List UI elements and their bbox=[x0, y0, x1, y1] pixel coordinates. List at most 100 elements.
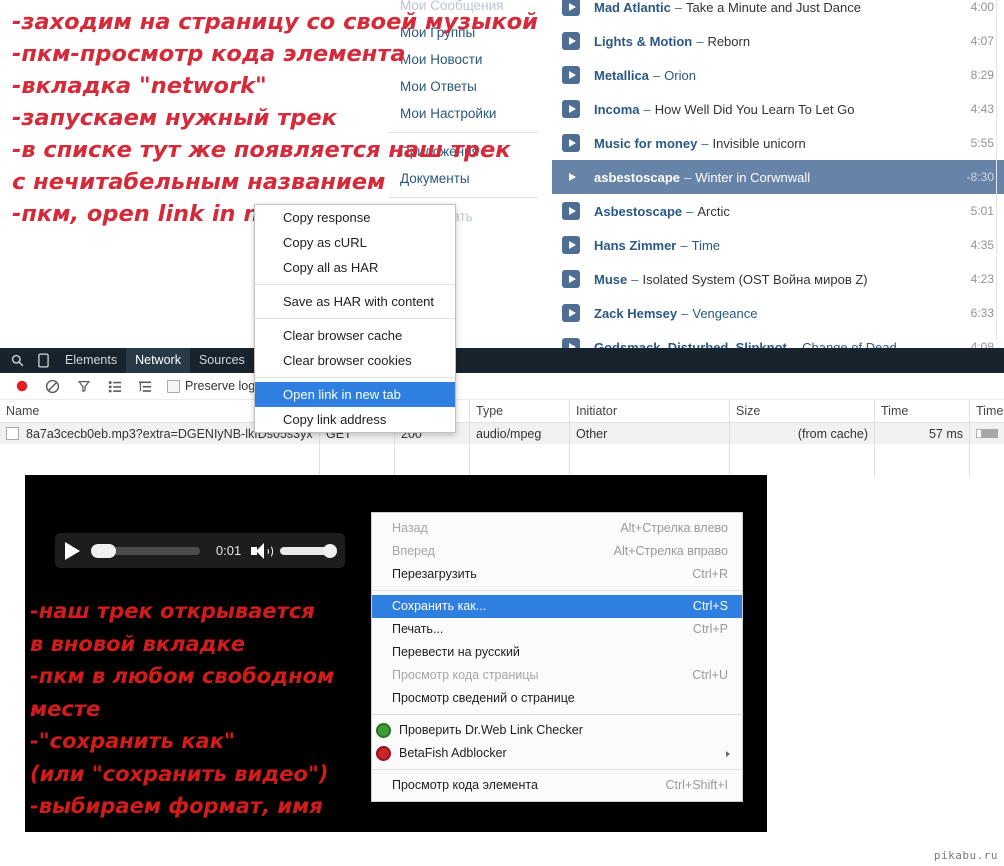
chrome-menu-item[interactable]: Печать... Ctrl+P bbox=[372, 618, 742, 641]
volume-knob[interactable] bbox=[323, 543, 338, 558]
seek-slider[interactable] bbox=[91, 543, 200, 558]
chrome-menu-item[interactable]: BetaFish Adblocker bbox=[372, 742, 742, 765]
chrome-menu-item[interactable]: Просмотр сведений о странице bbox=[372, 687, 742, 710]
track-artist[interactable]: Lights & Motion bbox=[594, 34, 692, 49]
track-title[interactable]: Reborn bbox=[707, 34, 750, 49]
devtools-menu-item[interactable]: Clear browser cache bbox=[255, 323, 455, 348]
audio-player[interactable]: 0:01 bbox=[55, 533, 345, 568]
track-title[interactable]: Isolated System (OST Война миров Z) bbox=[642, 272, 867, 287]
devtools-menu-item[interactable]: Copy response bbox=[255, 205, 455, 230]
track-row[interactable]: Asbestoscape – Arctic 5:01 bbox=[552, 194, 1004, 228]
play-icon[interactable] bbox=[562, 100, 580, 118]
track-artist[interactable]: Incoma bbox=[594, 102, 640, 117]
chrome-menu-item[interactable]: Просмотр кода страницы Ctrl+U bbox=[372, 664, 742, 687]
annotation-line-bottom: в вновой вкладке bbox=[30, 631, 246, 656]
play-icon[interactable] bbox=[562, 304, 580, 322]
row-checkbox[interactable] bbox=[6, 427, 19, 440]
track-title[interactable]: How Well Did You Learn To Let Go bbox=[655, 102, 855, 117]
menu-item-label: Перевести на русский bbox=[392, 645, 520, 659]
track-row[interactable]: Godsmack, Disturbed, Slipknot – Change of … bbox=[552, 330, 1004, 348]
chrome-menu-item[interactable]: Вперед Alt+Стрелка вправо bbox=[372, 540, 742, 563]
view-list-icon[interactable] bbox=[99, 373, 130, 400]
chrome-menu-item[interactable]: Проверить Dr.Web Link Checker bbox=[372, 719, 742, 742]
devtools-menu-item[interactable]: Save as HAR with content bbox=[255, 289, 455, 314]
track-title[interactable]: Invisible unicorn bbox=[713, 136, 806, 151]
track-row[interactable]: Zack Hemsey – Vengeance 6:33 bbox=[552, 296, 1004, 330]
track-artist[interactable]: Godsmack, Disturbed, Slipknot bbox=[594, 340, 787, 349]
track-title[interactable]: Arctic bbox=[697, 204, 730, 219]
track-title[interactable]: Change of Dead bbox=[802, 340, 897, 349]
volume-speaker-icon[interactable] bbox=[251, 542, 274, 559]
devtools-context-menu[interactable]: Copy response Copy as cURL Copy all as HAR… bbox=[254, 204, 456, 433]
chrome-menu-item[interactable]: Сохранить как... Ctrl+S bbox=[372, 595, 742, 618]
chrome-menu-item[interactable]: Назад Alt+Стрелка влево bbox=[372, 517, 742, 540]
devtools-tab-sources[interactable]: Sources bbox=[190, 348, 254, 373]
betafish-extension-icon bbox=[376, 746, 391, 761]
column-header-type[interactable]: Type bbox=[470, 400, 570, 422]
track-title[interactable]: Orion bbox=[664, 68, 696, 83]
track-separator: – bbox=[631, 271, 639, 287]
play-icon[interactable] bbox=[562, 0, 580, 16]
group-by-frame-icon[interactable] bbox=[130, 373, 161, 400]
track-row[interactable]: Muse – Isolated System (OST Война миров Z)… bbox=[552, 262, 1004, 296]
devtools-menu-item[interactable]: Open link in new tab bbox=[255, 382, 455, 407]
seek-knob[interactable] bbox=[91, 543, 116, 558]
track-artist[interactable]: Muse bbox=[594, 272, 627, 287]
play-icon[interactable] bbox=[562, 66, 580, 84]
chrome-menu-item[interactable]: Перевести на русский bbox=[372, 641, 742, 664]
devtools-tab-network[interactable]: Network bbox=[126, 348, 190, 373]
play-button-icon[interactable] bbox=[65, 541, 80, 560]
track-artist[interactable]: Hans Zimmer bbox=[594, 238, 676, 253]
track-artist[interactable]: Mad Atlantic bbox=[594, 0, 671, 15]
track-row[interactable]: Incoma – How Well Did You Learn To Let Go 4… bbox=[552, 92, 1004, 126]
devtools-menu-item[interactable]: Copy as cURL bbox=[255, 230, 455, 255]
volume-slider[interactable] bbox=[280, 543, 338, 558]
preserve-log-checkbox[interactable]: Preserve log bbox=[167, 379, 255, 393]
play-icon[interactable] bbox=[562, 338, 580, 348]
devtools-menu-item[interactable]: Copy link address bbox=[255, 407, 455, 432]
devtools-menu-item[interactable]: Clear browser cookies bbox=[255, 348, 455, 373]
device-toolbar-icon[interactable] bbox=[30, 348, 56, 373]
column-header-timeline[interactable]: Timeline bbox=[970, 400, 1004, 422]
play-icon[interactable] bbox=[562, 134, 580, 152]
track-title[interactable]: Winter in Corwnwall bbox=[695, 170, 810, 185]
track-artist[interactable]: asbestoscape bbox=[594, 170, 680, 185]
annotation-line-top: -в списке тут же появляется наш трек bbox=[12, 137, 511, 163]
column-header-size[interactable]: Size bbox=[730, 400, 875, 422]
track-artist[interactable]: Zack Hemsey bbox=[594, 306, 677, 321]
menu-item-label: Перезагрузить bbox=[392, 567, 477, 581]
chrome-menu-item[interactable]: Просмотр кода элемента Ctrl+Shift+I bbox=[372, 774, 742, 797]
play-icon[interactable] bbox=[562, 202, 580, 220]
play-icon[interactable] bbox=[562, 236, 580, 254]
track-row[interactable]: Hans Zimmer – Time 4:35 bbox=[552, 228, 1004, 262]
track-row[interactable]: Metallica – Orion 8:29 bbox=[552, 58, 1004, 92]
track-row[interactable]: asbestoscape – Winter in Corwnwall -8:30 bbox=[552, 160, 1004, 194]
chrome-menu-item[interactable]: Перезагрузить Ctrl+R bbox=[372, 563, 742, 586]
record-icon[interactable] bbox=[6, 373, 37, 400]
track-separator: – bbox=[652, 67, 661, 83]
play-icon[interactable] bbox=[562, 32, 580, 50]
track-artist[interactable]: Metallica bbox=[594, 68, 649, 83]
track-row[interactable]: Lights & Motion – Reborn 4:07 bbox=[552, 24, 1004, 58]
annotation-top: -заходим на страницу со своей музыкой -пк… bbox=[12, 6, 538, 230]
play-icon[interactable] bbox=[562, 168, 580, 186]
track-artist[interactable]: Asbestoscape bbox=[594, 204, 682, 219]
track-title[interactable]: Vengeance bbox=[692, 306, 757, 321]
track-title[interactable]: Take a Minute and Just Dance bbox=[686, 0, 861, 15]
menu-item-label: Сохранить как... bbox=[392, 599, 487, 613]
search-icon[interactable] bbox=[4, 348, 30, 373]
devtools-menu-item[interactable]: Copy all as HAR bbox=[255, 255, 455, 280]
chrome-context-menu[interactable]: Назад Alt+Стрелка влево Вперед Alt+Стрелка … bbox=[371, 512, 743, 802]
track-title[interactable]: Time bbox=[692, 238, 720, 253]
filter-icon[interactable] bbox=[68, 373, 99, 400]
column-header-time[interactable]: Time bbox=[875, 400, 970, 422]
track-artist[interactable]: Music for money bbox=[594, 136, 697, 151]
devtools-tab-elements[interactable]: Elements bbox=[56, 348, 126, 373]
annotation-line-bottom: месте bbox=[30, 696, 101, 721]
table-row[interactable]: 8a7a3cecb0eb.mp3?extra=DGENIyNB-lkfDs05s… bbox=[0, 423, 1004, 444]
clear-icon[interactable] bbox=[37, 373, 68, 400]
track-row[interactable]: Music for money – Invisible unicorn 5:55 bbox=[552, 126, 1004, 160]
track-row[interactable]: Mad Atlantic – Take a Minute and Just Danc… bbox=[552, 0, 1004, 24]
column-header-initiator[interactable]: Initiator bbox=[570, 400, 730, 422]
play-icon[interactable] bbox=[562, 270, 580, 288]
